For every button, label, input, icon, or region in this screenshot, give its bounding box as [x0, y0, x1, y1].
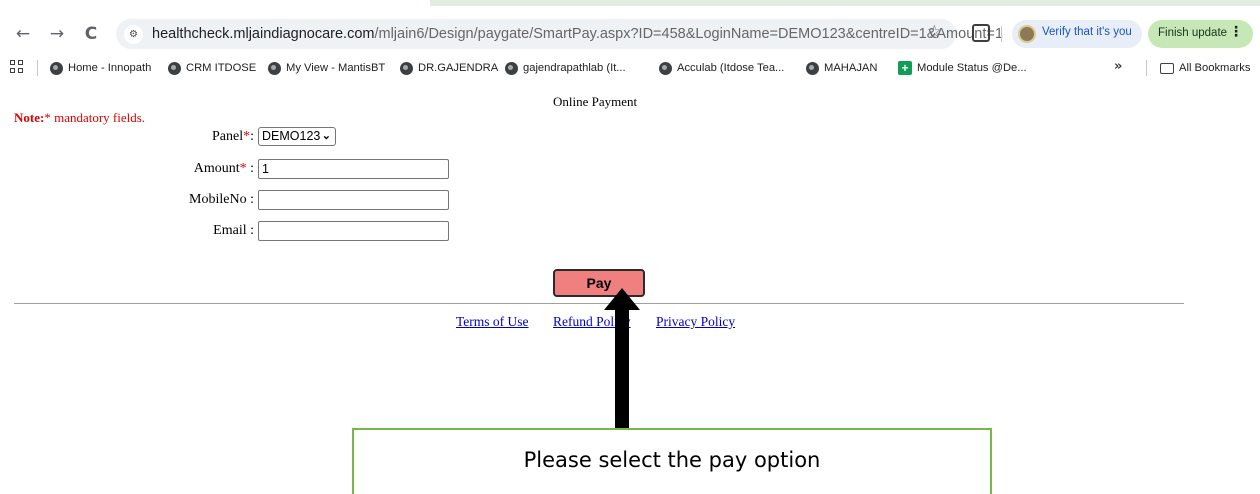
mobile-label-text: MobileNo — [189, 192, 247, 207]
divider-line — [14, 303, 1184, 304]
arrow-up-icon — [604, 288, 640, 448]
url-text[interactable]: healthcheck.mljaindiagnocare.com/mljain6… — [152, 26, 1003, 42]
bookmark-item[interactable]: Acculab (Itdose Tea... — [659, 59, 784, 77]
bookmark-label: Module Status @De... — [917, 62, 1027, 74]
reload-icon[interactable]: C — [80, 23, 102, 45]
amount-input[interactable]: 1 — [258, 159, 449, 179]
globe-icon — [50, 61, 63, 75]
address-bar[interactable]: ⚙ healthcheck.mljaindiagnocare.com/mljai… — [116, 19, 1003, 49]
required-mark: * — [239, 161, 247, 176]
globe-icon — [400, 61, 413, 75]
verify-label: Verify that it's you — [1042, 26, 1132, 38]
forward-icon[interactable]: → — [46, 23, 68, 45]
toolbar-divider — [1001, 26, 1002, 42]
bookmark-item[interactable]: CRM ITDOSE — [168, 59, 256, 77]
mandatory-note: Note:* mandatory fields. — [14, 110, 145, 126]
apps-grid-icon[interactable] — [10, 60, 24, 74]
bookmark-item[interactable]: MAHAJAN — [806, 59, 877, 77]
bookmark-item[interactable]: DR.GAJENDRA — [400, 59, 498, 77]
star-icon[interactable]: ☆ — [927, 22, 942, 42]
panel-label: Panel*: — [212, 129, 254, 144]
required-mark: * — [243, 129, 251, 144]
url-path: /mljain6/Design/paygate/SmartPay.aspx?ID… — [374, 26, 1003, 42]
instruction-callout: Please select the pay option — [352, 428, 992, 494]
bookmarks-divider — [37, 60, 38, 76]
sheets-plus-icon: + — [898, 61, 912, 75]
bookmark-label: MAHAJAN — [824, 62, 878, 74]
panel-select[interactable]: DEMO123 ⌄ — [258, 127, 336, 146]
site-info-icon[interactable]: ⚙ — [124, 25, 143, 44]
all-bookmarks-button[interactable]: All Bookmarks — [1160, 59, 1251, 77]
avatar — [1018, 25, 1036, 43]
tab-strip — [430, 0, 1260, 6]
page-title: Online Payment — [553, 94, 638, 109]
amount-label-text: Amount — [193, 161, 240, 176]
email-label: Email : — [213, 223, 254, 238]
bookmark-item[interactable]: gajendrapathlab (It... — [505, 59, 626, 77]
browser-toolbar: ← → C ⚙ healthcheck.mljaindiagnocare.com… — [0, 0, 1260, 50]
globe-icon — [806, 61, 819, 75]
menu-dots-icon: ⋮ — [1229, 24, 1243, 40]
bookmark-label: DR.GAJENDRA — [418, 62, 499, 74]
finish-update-button[interactable]: Finish update ⋮ — [1148, 20, 1253, 48]
bookmarks-bar: Home - Innopath CRM ITDOSE My View - Man… — [0, 54, 1260, 82]
bookmark-label: My View - MantisBT — [286, 62, 386, 74]
bookmarks-divider — [1146, 60, 1147, 76]
globe-icon — [505, 61, 518, 75]
email-label-text: Email — [213, 223, 247, 238]
email-input[interactable] — [258, 221, 449, 241]
bookmark-item[interactable]: + Module Status @De... — [898, 59, 1027, 77]
mobile-input[interactable] — [258, 190, 449, 210]
bookmarks-overflow-icon[interactable]: » — [1114, 59, 1122, 74]
verify-profile-button[interactable]: Verify that it's you — [1012, 20, 1142, 48]
bookmark-label: Home - Innopath — [68, 62, 152, 74]
finish-update-label: Finish update — [1158, 27, 1228, 39]
bookmark-label: gajendrapathlab (It... — [523, 62, 626, 74]
panel-selected-value: DEMO123 — [262, 129, 321, 143]
amount-label: Amount* : — [193, 161, 254, 176]
bookmark-label: CRM ITDOSE — [186, 62, 257, 74]
extensions-icon[interactable] — [972, 24, 990, 42]
note-prefix: Note: — [14, 110, 45, 125]
terms-of-use-link[interactable]: Terms of Use — [456, 314, 529, 330]
privacy-policy-link[interactable]: Privacy Policy — [656, 314, 735, 330]
chevron-down-icon: ⌄ — [321, 130, 331, 142]
back-icon[interactable]: ← — [12, 23, 34, 45]
url-host: healthcheck.mljaindiagnocare.com — [152, 26, 375, 42]
globe-icon — [168, 61, 181, 75]
mobile-label: MobileNo : — [189, 192, 254, 207]
globe-icon — [659, 61, 672, 75]
folder-icon — [1160, 62, 1174, 74]
note-text: mandatory fields. — [50, 110, 146, 125]
instruction-text: Please select the pay option — [523, 448, 821, 472]
panel-label-text: Panel — [212, 129, 244, 144]
all-bookmarks-label: All Bookmarks — [1179, 62, 1251, 74]
bookmark-item[interactable]: My View - MantisBT — [268, 59, 385, 77]
bookmark-item[interactable]: Home - Innopath — [50, 59, 151, 77]
globe-icon — [268, 61, 281, 75]
bookmark-label: Acculab (Itdose Tea... — [677, 62, 785, 74]
